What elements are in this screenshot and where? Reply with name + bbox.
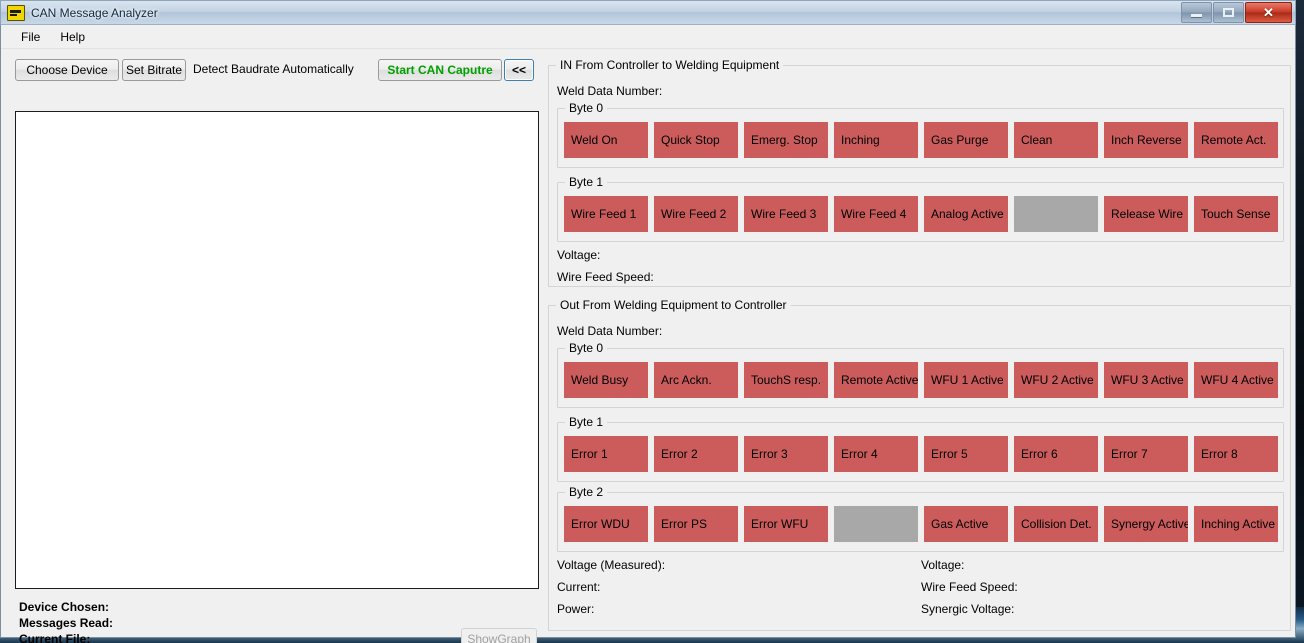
incoming-byte0-label: Byte 0 (565, 101, 608, 115)
message-log-listbox[interactable] (15, 111, 539, 589)
outgoing-byte2-indicator-4[interactable] (834, 506, 918, 542)
outgoing-byte2-indicator-3[interactable]: Error WFU (744, 506, 828, 542)
outgoing-byte2-group: Byte 2 Error WDU Error PS Error WFU Gas Act… (557, 485, 1284, 552)
outgoing-byte2-indicator-8[interactable]: Inching Active (1194, 506, 1278, 542)
incoming-byte1-indicator-3[interactable]: Wire Feed 3 (744, 196, 828, 232)
outgoing-byte0-indicator-2[interactable]: Arc Ackn. (654, 362, 738, 398)
outgoing-byte0-group: Byte 0 Weld Busy Arc Ackn. TouchS resp. Rem… (557, 341, 1284, 408)
incoming-byte1-label: Byte 1 (565, 175, 608, 189)
status-block: Device Chosen: Messages Read: Current Fi… (19, 599, 113, 643)
menu-item-file[interactable]: File (11, 27, 50, 47)
choose-device-button[interactable]: Choose Device (15, 59, 119, 81)
incoming-group: IN From Controller to Welding Equipment … (548, 58, 1291, 287)
outgoing-byte1-indicator-4[interactable]: Error 4 (834, 436, 918, 472)
set-bitrate-button[interactable]: Set Bitrate (122, 59, 186, 81)
outgoing-byte1-indicator-7[interactable]: Error 7 (1104, 436, 1188, 472)
outgoing-byte0-indicator-7[interactable]: WFU 3 Active (1104, 362, 1188, 398)
device-chosen-label: Device Chosen: (19, 600, 110, 614)
incoming-byte1-indicator-7[interactable]: Release Wire (1104, 196, 1188, 232)
outgoing-byte2-label: Byte 2 (565, 485, 608, 499)
outgoing-byte1-indicator-6[interactable]: Error 6 (1014, 436, 1098, 472)
incoming-byte0-indicator-1[interactable]: Weld On (564, 122, 648, 158)
incoming-byte0-indicator-4[interactable]: Inching (834, 122, 918, 158)
outgoing-voltage-label: Voltage: (921, 558, 965, 572)
start-can-capture-button[interactable]: Start CAN Caputre (378, 59, 502, 81)
incoming-byte0-indicator-8[interactable]: Remote Act. (1194, 122, 1278, 158)
outgoing-synergic-voltage-label: Synergic Voltage: (921, 602, 1015, 616)
collapse-panel-button[interactable]: << (504, 59, 534, 81)
menu-item-help[interactable]: Help (50, 27, 95, 47)
application-window: CAN Message Analyzer ✕ File Help Choose … (0, 0, 1296, 643)
maximize-icon (1223, 8, 1234, 17)
outgoing-byte0-indicator-6[interactable]: WFU 2 Active (1014, 362, 1098, 398)
incoming-byte1-indicator-2[interactable]: Wire Feed 2 (654, 196, 738, 232)
right-pane: IN From Controller to Welding Equipment … (544, 49, 1295, 637)
outgoing-weld-data-number-label: Weld Data Number: (557, 324, 663, 338)
incoming-group-label: IN From Controller to Welding Equipment (556, 58, 784, 72)
current-file-label: Current File: (19, 632, 91, 643)
outgoing-byte1-indicator-8[interactable]: Error 8 (1194, 436, 1278, 472)
outgoing-byte0-indicator-1[interactable]: Weld Busy (564, 362, 648, 398)
left-pane: Choose Device Set Bitrate Detect Baudrat… (1, 49, 544, 643)
minimize-icon (1191, 14, 1202, 17)
incoming-byte1-group: Byte 1 Wire Feed 1 Wire Feed 2 Wire Feed 3… (557, 175, 1284, 242)
window-title: CAN Message Analyzer (31, 5, 158, 20)
incoming-byte1-indicator-8[interactable]: Touch Sense (1194, 196, 1278, 232)
show-graph-button[interactable]: ShowGraph (461, 628, 537, 643)
outgoing-byte0-indicator-3[interactable]: TouchS resp. (744, 362, 828, 398)
outgoing-group-label: Out From Welding Equipment to Controller (556, 298, 791, 312)
outgoing-byte0-indicator-8[interactable]: WFU 4 Active (1194, 362, 1278, 398)
incoming-byte1-indicator-6[interactable] (1014, 196, 1098, 232)
outgoing-voltage-measured-label: Voltage (Measured): (557, 558, 666, 572)
close-icon: ✕ (1263, 5, 1274, 20)
outgoing-byte0-indicator-5[interactable]: WFU 1 Active (924, 362, 1008, 398)
outgoing-byte1-group: Byte 1 Error 1 Error 2 Error 3 Error 4 Error… (557, 415, 1284, 482)
incoming-byte0-indicator-7[interactable]: Inch Reverse (1104, 122, 1188, 158)
outgoing-byte2-indicator-2[interactable]: Error PS (654, 506, 738, 542)
outgoing-current-label: Current: (557, 580, 601, 594)
title-bar: CAN Message Analyzer ✕ (0, 0, 1296, 24)
menu-bar: File Help (1, 25, 1295, 49)
incoming-voltage-label: Voltage: (557, 248, 601, 262)
outgoing-byte2-indicator-7[interactable]: Synergy Active (1104, 506, 1188, 542)
toolbar: Choose Device Set Bitrate Detect Baudrat… (1, 59, 544, 85)
incoming-byte0-indicator-2[interactable]: Quick Stop (654, 122, 738, 158)
detect-baudrate-label: Detect Baudrate Automatically (193, 62, 354, 76)
incoming-wire-feed-speed-label: Wire Feed Speed: (557, 270, 654, 284)
incoming-weld-data-number-label: Weld Data Number: (557, 84, 663, 98)
incoming-byte1-indicator-5[interactable]: Analog Active (924, 196, 1008, 232)
window-controls: ✕ (1181, 2, 1292, 23)
outgoing-byte0-label: Byte 0 (565, 341, 608, 355)
outgoing-group: Out From Welding Equipment to Controller… (548, 298, 1291, 631)
can-app-icon (7, 4, 25, 21)
outgoing-byte1-label: Byte 1 (565, 415, 608, 429)
outgoing-power-label: Power: (557, 602, 595, 616)
outgoing-byte2-indicator-5[interactable]: Gas Active (924, 506, 1008, 542)
incoming-byte1-indicator-1[interactable]: Wire Feed 1 (564, 196, 648, 232)
client-area: File Help Choose Device Set Bitrate Dete… (0, 24, 1296, 643)
outgoing-byte0-indicator-4[interactable]: Remote Active (834, 362, 918, 398)
incoming-byte0-indicator-5[interactable]: Gas Purge (924, 122, 1008, 158)
close-button[interactable]: ✕ (1245, 2, 1292, 23)
outgoing-byte2-indicator-6[interactable]: Collision Det. (1014, 506, 1098, 542)
incoming-byte0-group: Byte 0 Weld On Quick Stop Emerg. Stop Inchi… (557, 101, 1284, 168)
outgoing-byte1-indicator-1[interactable]: Error 1 (564, 436, 648, 472)
maximize-button[interactable] (1213, 2, 1244, 23)
outgoing-byte2-indicator-1[interactable]: Error WDU (564, 506, 648, 542)
minimize-button[interactable] (1181, 2, 1212, 23)
outgoing-byte1-indicator-5[interactable]: Error 5 (924, 436, 1008, 472)
outgoing-wire-feed-speed-label: Wire Feed Speed: (921, 580, 1018, 594)
incoming-byte0-indicator-3[interactable]: Emerg. Stop (744, 122, 828, 158)
incoming-byte0-indicator-6[interactable]: Clean (1014, 122, 1098, 158)
outgoing-byte1-indicator-2[interactable]: Error 2 (654, 436, 738, 472)
messages-read-label: Messages Read: (19, 616, 114, 630)
incoming-byte1-indicator-4[interactable]: Wire Feed 4 (834, 196, 918, 232)
outgoing-byte1-indicator-3[interactable]: Error 3 (744, 436, 828, 472)
